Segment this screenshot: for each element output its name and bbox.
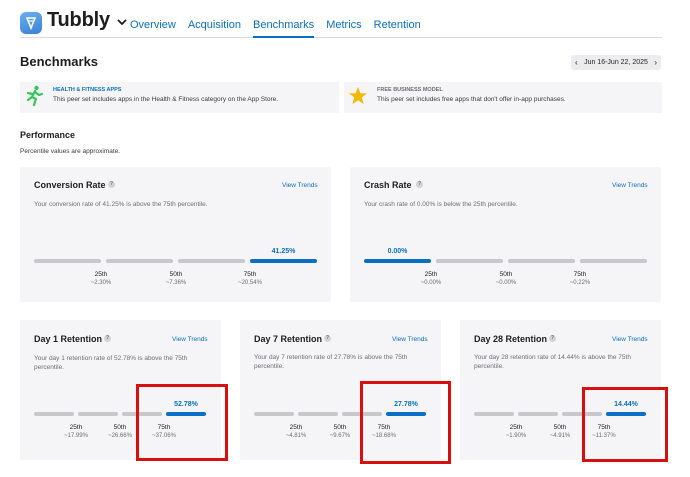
percentile-value: ~0.00% (420, 280, 442, 286)
percentile-value: ~26.66% (108, 433, 132, 439)
card-description: Your day 28 retention rate of 14.44% is … (474, 353, 659, 371)
help-icon[interactable]: ? (416, 181, 423, 188)
bar-25th-50th (436, 259, 503, 263)
bar-above-75th (580, 259, 647, 263)
card-title: Day 28 Retention (474, 334, 548, 344)
bar-25th-50th (106, 259, 173, 263)
bar-below-25th (34, 412, 74, 416)
percentile-label: 50th (113, 424, 127, 431)
card-description-line: Your day 28 retention rate of 14.44% is … (474, 354, 631, 361)
date-range-picker[interactable]: ‹ Jun 16-Jun 22, 2025 › (571, 55, 661, 70)
card-description: Your day 7 retention rate of 27.78% is a… (254, 353, 439, 371)
page-title: Benchmarks (20, 54, 99, 69)
highlight-box-day-28 (582, 387, 668, 462)
view-trends-link[interactable]: View Trends (172, 336, 208, 343)
metric-value: 0.00% (387, 248, 408, 255)
percentile-label: 50th (553, 424, 567, 431)
bar-25th-50th (298, 412, 338, 416)
percentile-label: 75th (573, 271, 587, 278)
bar-below-25th (34, 259, 101, 263)
running-figure-icon (26, 85, 44, 107)
view-trends-link[interactable]: View Trends (282, 182, 318, 189)
percentile-label: 50th (333, 424, 347, 431)
card-title: Conversion Rate (34, 180, 106, 190)
help-icon[interactable]: ? (104, 335, 111, 342)
card-description-line: percentile. (254, 363, 284, 370)
nav-tabs: Overview Acquisition Benchmarks Metrics … (130, 9, 433, 38)
peer-set-title: FREE BUSINESS MODEL (377, 87, 443, 93)
card-title: Crash Rate (364, 180, 412, 190)
tab-metrics[interactable]: Metrics (326, 9, 361, 38)
chevron-down-icon[interactable] (117, 19, 127, 26)
peer-set-description: This peer set includes apps in the Healt… (53, 96, 279, 103)
percentile-label: 75th (243, 271, 257, 278)
bar-25th-50th (518, 412, 558, 416)
bar-above-75th (250, 259, 317, 263)
view-trends-link[interactable]: View Trends (612, 182, 648, 189)
percentile-value: ~7.36% (165, 280, 187, 286)
chevron-left-icon[interactable]: ‹ (575, 58, 578, 67)
view-trends-link[interactable]: View Trends (392, 336, 428, 343)
peer-set-title: HEALTH & FITNESS APPS (53, 87, 122, 93)
card-description: Your day 1 retention rate of 52.78% is a… (34, 355, 188, 371)
top-navigation-bar: Tubbly Overview Acquisition Benchmarks M… (20, 9, 662, 38)
percentile-value: ~0.00% (495, 280, 517, 286)
chevron-right-icon[interactable]: › (654, 58, 657, 67)
percentile-value: ~1.90% (505, 433, 527, 439)
crash-rate-card: Crash Rate ? View Trends Your crash rate… (350, 167, 661, 302)
percentile-value: ~20.54% (238, 280, 262, 286)
peer-set-free-business: FREE BUSINESS MODEL This peer set includ… (344, 82, 662, 113)
card-description-line: percentile. (474, 363, 504, 370)
bar-below-25th (254, 412, 294, 416)
bar-25th-50th (78, 412, 118, 416)
percentile-value: ~17.99% (64, 433, 88, 439)
percentile-value: ~4.81% (285, 433, 307, 439)
percentile-value: ~0.22% (569, 280, 591, 286)
peer-set-description: This peer set includes free apps that do… (377, 96, 566, 103)
percentile-label: 25th (509, 424, 523, 431)
card-title: Day 7 Retention (254, 334, 323, 344)
highlight-box-day-1 (136, 384, 228, 461)
tab-retention[interactable]: Retention (374, 9, 421, 38)
percentile-value: ~4.91% (549, 433, 571, 439)
card-description: Your conversion rate of 41.25% is above … (34, 201, 208, 208)
performance-note: Percentile values are approximate. (20, 148, 121, 155)
percentile-label: 25th (94, 271, 108, 278)
star-icon (349, 87, 367, 104)
metric-value: 41.25% (271, 248, 296, 255)
percentile-value: ~9.67% (329, 433, 351, 439)
highlight-box-day-7 (360, 381, 451, 464)
tab-acquisition[interactable]: Acquisition (188, 9, 241, 38)
app-name[interactable]: Tubbly (47, 9, 110, 32)
card-description: Your crash rate of 0.00% is below the 25… (364, 201, 518, 208)
help-icon[interactable]: ? (324, 335, 331, 342)
date-range-label[interactable]: Jun 16-Jun 22, 2025 (584, 59, 648, 66)
bar-50th-75th (508, 259, 575, 263)
percentile-label: 25th (289, 424, 303, 431)
percentile-label: 50th (169, 271, 183, 278)
section-title-performance: Performance (20, 130, 76, 140)
conversion-rate-card: Conversion Rate ? View Trends Your conve… (20, 167, 331, 302)
percentile-value: ~2.30% (90, 280, 112, 286)
app-icon[interactable] (20, 12, 42, 34)
tab-overview[interactable]: Overview (130, 9, 176, 38)
help-icon[interactable]: ? (108, 181, 115, 188)
bar-below-25th (364, 259, 431, 263)
percentile-label: 50th (499, 271, 513, 278)
percentile-label: 25th (424, 271, 438, 278)
view-trends-link[interactable]: View Trends (612, 336, 648, 343)
card-description-line: Your day 7 retention rate of 27.78% is a… (254, 354, 408, 361)
tab-benchmarks[interactable]: Benchmarks (253, 9, 315, 38)
help-icon[interactable]: ? (549, 335, 556, 342)
percentile-label: 25th (69, 424, 83, 431)
peer-set-health-fitness: HEALTH & FITNESS APPS This peer set incl… (20, 82, 339, 113)
card-title: Day 1 Retention (34, 334, 103, 344)
bar-below-25th (474, 412, 514, 416)
bar-50th-75th (178, 259, 245, 263)
